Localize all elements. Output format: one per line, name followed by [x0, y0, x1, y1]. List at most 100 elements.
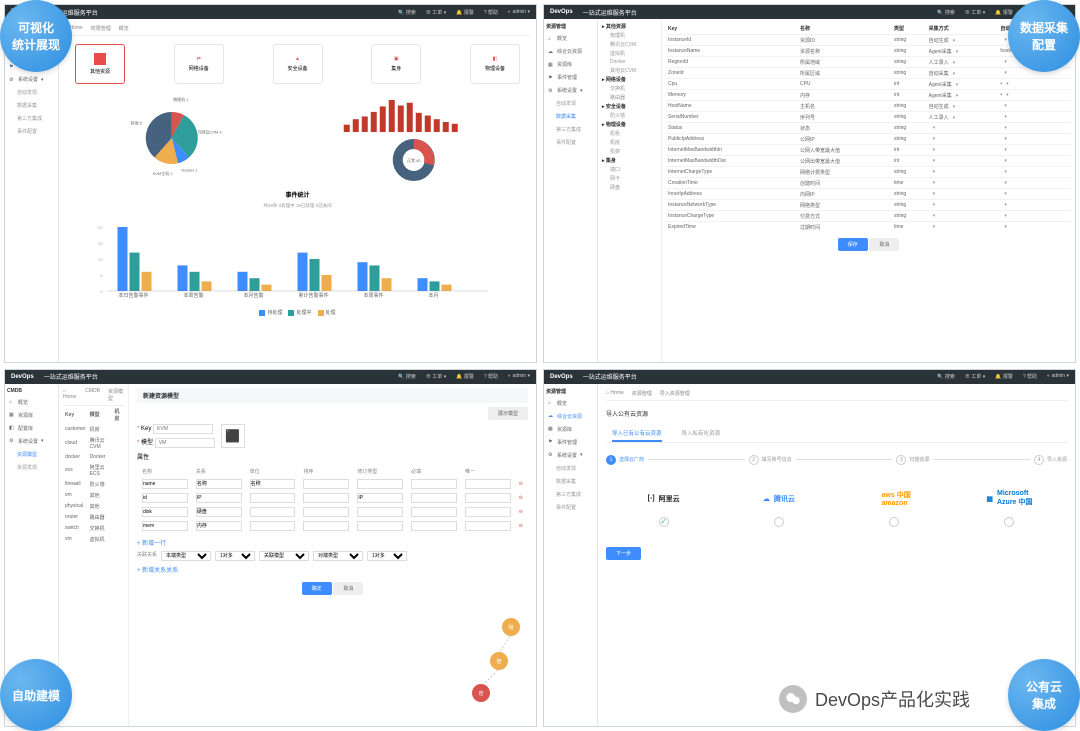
svg-text:本日告警事件: 本日告警事件	[118, 292, 148, 299]
cloud-option[interactable]: [-]阿里云	[634, 487, 694, 527]
attributes-table: Key名称类型采集方式自动采集序列InstanceId资源IDstring自动生…	[662, 19, 1075, 362]
nav-help[interactable]: ? 帮助	[484, 9, 498, 16]
cancel-button[interactable]: 取消	[869, 238, 899, 251]
sidebar-item[interactable]: ⚙系统设置 ▾	[7, 75, 56, 84]
sidebar-item[interactable]: 第三方集成	[7, 114, 56, 123]
table-row[interactable]: ExpiredTime过期时间time	[666, 222, 1071, 233]
card[interactable]: ⇄网络设备	[174, 44, 224, 84]
sidebar-item[interactable]: 事件配置	[7, 127, 56, 136]
attr-row[interactable]: ⊖	[139, 520, 526, 532]
step-indicator: 1选择云厂商 2填写账号信息 3扫描资源 4导入资源	[606, 451, 1067, 467]
tab[interactable]: 导入已有公有云资源	[612, 426, 662, 442]
nav-user[interactable]: ◐ admin ▾	[508, 9, 530, 16]
cancel-button[interactable]: 取消	[333, 582, 363, 595]
svg-text:万网云CVM 4: 万网云CVM 4	[197, 129, 222, 134]
table-row[interactable]: InstanceNetworkType网络类型string	[666, 200, 1071, 211]
name-input[interactable]	[155, 438, 215, 448]
table-row[interactable]: PublicIpAddress公网IPstring	[666, 134, 1071, 145]
resource-tree[interactable]: ▸ 其他资源物理机腾讯云CVM虚拟机Docker其他云CVM▸ 网络设备交换机路…	[598, 19, 662, 362]
step: 2填写账号信息	[749, 455, 792, 465]
panel-data-collection: DevOps一站式运维服务平台 🔍 搜索⊕ 工单 ▾🔔 报警? 帮助◐ admi…	[543, 4, 1076, 363]
cloud-option[interactable]: ▦Microsoft Azure 中国	[979, 487, 1039, 527]
svg-text:本月: 本月	[428, 292, 438, 299]
step: 1选择云厂商	[606, 455, 644, 465]
table-row[interactable]: Memory内存intAgent采集•	[666, 90, 1071, 101]
table-row[interactable]: RegionId所属地域string人工录入	[666, 57, 1071, 68]
sidebar-title: 资源管理	[546, 23, 595, 30]
svg-text:Docker 1: Docker 1	[181, 168, 198, 173]
model-list[interactable]: ⌂ HomeCMDB资源模型 Key模型机房customer机房cloud腾讯云…	[59, 384, 129, 727]
events-sub: 共28条 0处理中 18已处理 0已关闭	[65, 203, 530, 209]
attr-row[interactable]: ⊖	[139, 492, 526, 504]
step: 3扫描资源	[896, 455, 929, 465]
corner-bubble: 数据采集配置	[1008, 0, 1080, 72]
watermark: DevOps产品化实践	[779, 685, 970, 713]
svg-text:10: 10	[98, 257, 103, 262]
cloud-option[interactable]: aws 中国 amazon	[864, 487, 924, 527]
next-button[interactable]: 下一步	[606, 547, 641, 560]
table-row[interactable]: InternetMaxBandwidthIn公网入带宽最大值int	[666, 145, 1071, 156]
table-row[interactable]: InstanceChargeType付费方式string	[666, 211, 1071, 222]
tab[interactable]: 导入私有化资源	[682, 426, 721, 442]
summary-cards: 其他资源 ⇄网络设备 ▲安全设备 ▣集身 ◧物理设备	[65, 40, 530, 88]
tabs: 导入已有公有云资源 导入私有化资源	[606, 426, 1067, 443]
svg-text:正常 40: 正常 40	[406, 157, 420, 163]
sidebar: 资源管理 ⌂概览 ☁综合云资源 ▦资源库 ⚑事件管理 ⚙系统设置 ▾ 自动发现 …	[544, 384, 598, 727]
panel-cmdb-model: DevOps一站式运维服务平台 🔍 搜索⊕ 工单 ▾🔔 报警? 帮助◐ admi…	[4, 369, 537, 728]
svg-text:累计告警事件: 累计告警事件	[298, 292, 328, 299]
ok-button[interactable]: 确定	[302, 582, 332, 595]
svg-text:本周事件: 本周事件	[363, 292, 383, 299]
card[interactable]: ◧物理设备	[470, 44, 520, 84]
add-relation-link[interactable]: + 新增关系关系	[137, 565, 528, 574]
nav-search[interactable]: 🔍 搜索	[398, 9, 416, 16]
key-input[interactable]	[153, 424, 213, 434]
add-row-link[interactable]: + 新增一行	[137, 538, 528, 547]
cube-icon[interactable]: ⬛	[221, 424, 245, 448]
cloud-option[interactable]: ☁腾讯云	[749, 487, 809, 527]
radio[interactable]	[659, 517, 669, 527]
sidebar-item[interactable]: 自动发现	[7, 88, 56, 97]
attr-row[interactable]: ⊖	[139, 478, 526, 490]
relation-row: 关联关系 本端类型 1对多 关联模型 对端类型 1对多	[137, 551, 528, 561]
table-row[interactable]: Status状态string	[666, 123, 1071, 134]
events-legend: 待处理处理中处理	[65, 309, 530, 316]
card[interactable]: ▲安全设备	[273, 44, 323, 84]
box-title: 导入公有云资源	[606, 409, 1067, 418]
table-row[interactable]: InternetMaxBandwidthOut公网出带宽最大值int	[666, 156, 1071, 167]
radio[interactable]	[774, 517, 784, 527]
sidebar-title: 资源管理	[546, 388, 595, 395]
sidebar-item[interactable]: 数据采集	[7, 101, 56, 110]
table-row[interactable]: CpuCPUintAgent采集•	[666, 79, 1071, 90]
table-row[interactable]: ZoneId所属区域string自动采集	[666, 68, 1071, 79]
breadcrumb: ⌂ Home权限管理概览	[65, 25, 530, 36]
nav-work[interactable]: ⊕ 工单 ▾	[426, 9, 446, 16]
table-row[interactable]: HostName主机名string自动生成	[666, 101, 1071, 112]
wechat-icon	[779, 685, 807, 713]
cloud-vendor-row: [-]阿里云 ☁腾讯云 aws 中国 amazon ▦Microsoft Azure …	[606, 475, 1067, 539]
table-row[interactable]: InnerIpAddress内网IPstring	[666, 189, 1071, 200]
card[interactable]: ▣集身	[371, 44, 421, 84]
sidebar-item-active[interactable]: 数据采集	[546, 112, 595, 121]
table-row[interactable]: SerialNumber序列号string人工录入	[666, 112, 1071, 123]
card[interactable]: 其他资源	[75, 44, 125, 84]
svg-text:本月告警: 本月告警	[243, 292, 263, 299]
form-title: 新建资源模型	[137, 388, 528, 403]
box-icon	[94, 53, 106, 65]
radio[interactable]	[889, 517, 899, 527]
pie-chart: 物理机 1万网云CVM 4Docker 1KVM主机 2其他 5	[71, 92, 293, 184]
svg-text:本周告警: 本周告警	[183, 292, 203, 299]
save-button[interactable]: 保存	[838, 238, 868, 251]
table-row[interactable]: InternetChargeType网络计费类型string	[666, 167, 1071, 178]
corner-bubble: 公有云集成	[1008, 659, 1080, 731]
nav-alert[interactable]: 🔔 报警	[456, 9, 474, 16]
step: 4导入资源	[1034, 455, 1067, 465]
show-model-button[interactable]: 展示模型	[488, 407, 528, 420]
table-row[interactable]: CreationTime创建时间time	[666, 178, 1071, 189]
attr-label: 属性	[137, 455, 149, 461]
panel-dashboard: DevOps 一站式运维服务平台 🔍 搜索 ⊕ 工单 ▾ 🔔 报警 ? 帮助 ◐…	[4, 4, 537, 363]
attr-row[interactable]: ⊖	[139, 506, 526, 518]
svg-text:15: 15	[98, 241, 103, 246]
corner-bubble: 可视化统计展现	[0, 0, 72, 72]
radio[interactable]	[1004, 517, 1014, 527]
panel-cloud-import: DevOps一站式运维服务平台 🔍 搜索⊕ 工单 ▾🔔 报警? 帮助◐ admi…	[543, 369, 1076, 728]
